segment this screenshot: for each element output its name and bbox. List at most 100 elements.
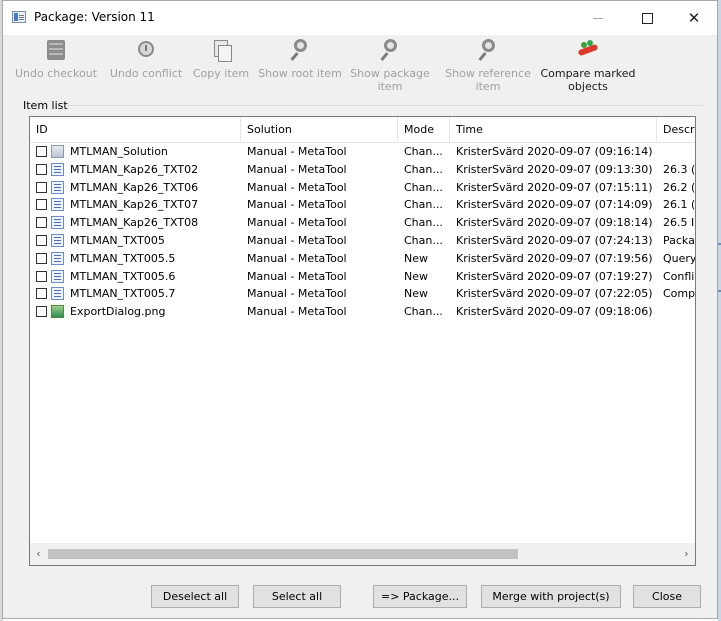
cell-description: Packa bbox=[663, 233, 695, 247]
table-row[interactable]: ExportDialog.png Manual - MetaTool Chan...… bbox=[30, 303, 695, 321]
magnifier-icon bbox=[475, 37, 501, 63]
table-row[interactable]: MTLMAN_Kap26_TXT02 Manual - MetaTool Chan.… bbox=[30, 161, 695, 179]
cell-time: KristerSvärd 2020-09-07 (09:13:30) bbox=[456, 162, 653, 176]
cell-mode: Chan... bbox=[404, 180, 443, 194]
toolbar-label: Show reference bbox=[445, 67, 531, 80]
cell-description: 26.1 ( bbox=[663, 198, 696, 212]
window-title: Package: Version 11 bbox=[34, 10, 155, 24]
toolbar-label: Compare marked bbox=[540, 67, 636, 80]
column-header-solution[interactable]: Solution bbox=[241, 117, 398, 142]
merge-with-projects-button[interactable]: Merge with project(s) bbox=[481, 585, 621, 608]
column-header-mode[interactable]: Mode bbox=[398, 117, 450, 142]
copy-icon bbox=[208, 37, 234, 63]
cell-description: Confli bbox=[663, 269, 695, 283]
row-checkbox[interactable] bbox=[36, 217, 47, 229]
table-row[interactable]: MTLMAN_Kap26_TXT08 Manual - MetaTool Chan.… bbox=[30, 214, 695, 232]
scroll-right-arrow-icon[interactable]: › bbox=[678, 543, 695, 565]
column-header-id[interactable]: ID bbox=[30, 117, 241, 142]
title-bar[interactable]: Package: Version 11 ✕ bbox=[3, 1, 717, 35]
compare-marked-objects-button[interactable]: Compare marked objects bbox=[539, 35, 637, 93]
solution-icon bbox=[51, 145, 64, 158]
table-row[interactable]: MTLMAN_TXT005.6 Manual - MetaTool New Krist… bbox=[30, 268, 695, 286]
cell-solution: Manual - MetaTool bbox=[247, 269, 347, 283]
package-button[interactable]: => Package... bbox=[373, 585, 467, 608]
table-row[interactable]: MTLMAN_TXT005.7 Manual - MetaTool New Krist… bbox=[30, 285, 696, 303]
toolbar-label: Undo checkout bbox=[14, 67, 98, 80]
copy-item-button[interactable]: Copy item bbox=[190, 35, 252, 80]
row-checkbox[interactable] bbox=[36, 146, 47, 157]
cell-time: KristerSvärd 2020-09-07 (09:18:06) bbox=[456, 305, 653, 319]
cell-description: 26.5 I bbox=[663, 216, 695, 230]
row-checkbox[interactable] bbox=[36, 199, 47, 211]
row-checkbox[interactable] bbox=[36, 181, 47, 193]
cell-id: MTLMAN_Kap26_TXT06 bbox=[70, 180, 199, 194]
table-row[interactable]: MTLMAN_Kap26_TXT06 Manual - MetaTool Chan.… bbox=[30, 179, 695, 197]
compare-icon bbox=[575, 37, 601, 63]
list-header: ID Solution Mode Time Descri bbox=[30, 117, 695, 143]
toolbar-label: Undo conflict bbox=[109, 67, 183, 80]
show-reference-item-button[interactable]: Show reference item bbox=[443, 35, 533, 93]
cell-id: MTLMAN_Kap26_TXT02 bbox=[70, 162, 199, 176]
package-dialog: Package: Version 11 ✕ Undo checkout Undo… bbox=[2, 0, 718, 619]
show-root-item-button[interactable]: Show root item bbox=[257, 35, 343, 80]
cell-solution: Manual - MetaTool bbox=[247, 233, 347, 247]
doc-icon bbox=[51, 287, 64, 301]
table-row[interactable]: MTLMAN_TXT005 Manual - MetaTool Chan... Kri… bbox=[30, 232, 695, 250]
image-icon bbox=[51, 305, 64, 319]
row-checkbox[interactable] bbox=[36, 252, 47, 264]
maximize-button[interactable] bbox=[624, 1, 670, 35]
close-icon: ✕ bbox=[687, 9, 701, 27]
doc-icon bbox=[51, 216, 64, 230]
cell-solution: Manual - MetaTool bbox=[247, 216, 347, 230]
table-row[interactable]: MTLMAN_Kap26_TXT07 Manual - MetaTool Chan.… bbox=[30, 196, 696, 214]
undo-conflict-button[interactable]: Undo conflict bbox=[107, 35, 185, 80]
toolbar-label: Show package bbox=[350, 67, 430, 80]
cell-solution: Manual - MetaTool bbox=[247, 251, 347, 265]
horizontal-scrollbar[interactable]: ‹ › bbox=[30, 543, 695, 565]
doc-icon bbox=[51, 233, 64, 247]
cell-id: MTLMAN_Kap26_TXT08 bbox=[70, 216, 199, 230]
cell-id: MTLMAN_TXT005.7 bbox=[70, 287, 176, 301]
cell-solution: Manual - MetaTool bbox=[247, 162, 347, 176]
toolbar-label: item bbox=[377, 80, 403, 93]
row-checkbox[interactable] bbox=[36, 288, 47, 300]
table-row[interactable]: MTLMAN_TXT005.5 Manual - MetaTool New Krist… bbox=[30, 250, 696, 268]
cell-solution: Manual - MetaTool bbox=[247, 145, 347, 158]
close-window-button[interactable]: ✕ bbox=[671, 1, 717, 35]
minimize-icon bbox=[593, 17, 603, 19]
doc-icon bbox=[51, 251, 64, 265]
cell-time: KristerSvärd 2020-09-07 (07:19:27) bbox=[456, 269, 653, 283]
cell-time: KristerSvärd 2020-09-07 (07:22:05) bbox=[456, 287, 653, 301]
cell-id: MTLMAN_TXT005.5 bbox=[70, 251, 176, 265]
group-divider bbox=[67, 105, 703, 106]
column-header-description[interactable]: Descri bbox=[657, 117, 695, 142]
item-list[interactable]: ID Solution Mode Time Descri MTLMAN_Solu… bbox=[29, 116, 696, 566]
item-list-label: Item list bbox=[23, 99, 68, 112]
scroll-left-arrow-icon[interactable]: ‹ bbox=[30, 543, 47, 565]
doc-icon bbox=[51, 269, 64, 283]
cell-solution: Manual - MetaTool bbox=[247, 180, 347, 194]
close-button[interactable]: Close bbox=[633, 585, 701, 608]
cell-description: Query bbox=[663, 251, 696, 265]
select-all-button[interactable]: Select all bbox=[253, 585, 341, 608]
minimize-button[interactable] bbox=[575, 1, 621, 35]
table-row[interactable]: MTLMAN_Solution Manual - MetaTool Chan... K… bbox=[30, 143, 695, 161]
row-checkbox[interactable] bbox=[36, 270, 47, 282]
column-header-time[interactable]: Time bbox=[450, 117, 657, 142]
toolbar-label: Copy item bbox=[192, 67, 250, 80]
row-checkbox[interactable] bbox=[36, 234, 47, 246]
toolbar-label: objects bbox=[568, 80, 608, 93]
cell-description: Compa bbox=[663, 287, 696, 301]
undo-checkout-button[interactable]: Undo checkout bbox=[13, 35, 99, 80]
magnifier-icon bbox=[287, 37, 313, 63]
doc-icon bbox=[51, 162, 64, 176]
row-checkbox[interactable] bbox=[36, 306, 47, 318]
row-checkbox[interactable] bbox=[36, 163, 47, 175]
show-package-item-button[interactable]: Show package item bbox=[348, 35, 432, 93]
cell-id: MTLMAN_Kap26_TXT07 bbox=[70, 198, 199, 212]
scrollbar-thumb[interactable] bbox=[48, 549, 518, 559]
maximize-icon bbox=[641, 12, 653, 24]
cell-solution: Manual - MetaTool bbox=[247, 287, 347, 301]
deselect-all-button[interactable]: Deselect all bbox=[151, 585, 239, 608]
app-icon bbox=[12, 11, 26, 23]
